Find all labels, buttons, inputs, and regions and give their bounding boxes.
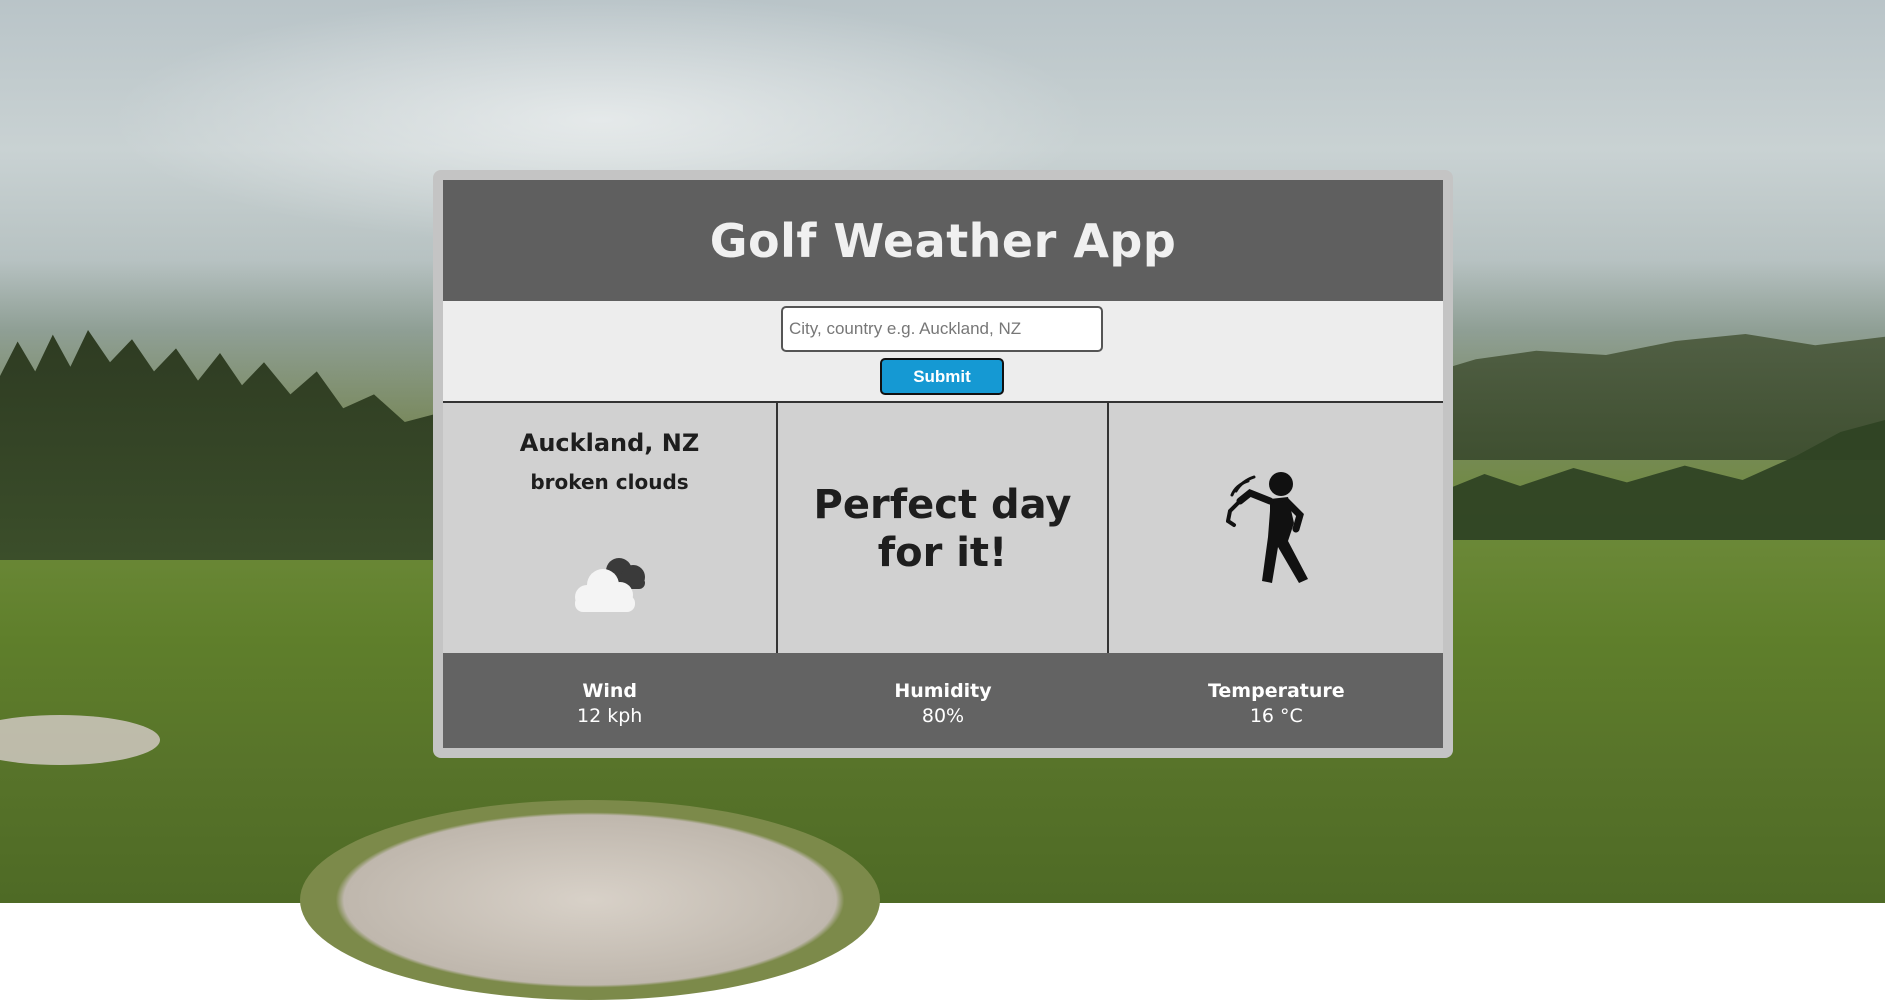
wind-stat: Wind 12 kph [443,653,776,748]
temperature-stat: Temperature 16 °C [1110,653,1443,748]
city-search-input[interactable] [781,306,1103,352]
golfer-icon [1226,472,1308,583]
conditions-panel: Auckland, NZ broken clouds [443,403,778,653]
app-title: Golf Weather App [709,213,1177,268]
activity-panel [1109,403,1443,653]
location-name: Auckland, NZ [519,429,700,457]
weather-panels: Auckland, NZ broken clouds Perfect day f… [443,401,1443,653]
weather-app-inner: Golf Weather App Submit Auckland, NZ bro… [443,180,1443,748]
weather-description: broken clouds [530,470,689,494]
broken-clouds-icon [575,558,645,612]
background-bunker [300,800,880,1000]
wind-value: 12 kph [577,705,643,727]
app-header: Golf Weather App [443,180,1443,301]
wind-label: Wind [582,680,637,702]
golf-verdict-message: Perfect day for it! [813,482,1072,576]
humidity-stat: Humidity 80% [776,653,1109,748]
temperature-value: 16 °C [1249,705,1303,727]
message-panel: Perfect day for it! [778,403,1109,653]
humidity-label: Humidity [894,680,992,702]
humidity-value: 80% [921,705,965,727]
submit-button[interactable]: Submit [880,358,1004,395]
search-form: Submit [443,301,1443,401]
weather-app-card: Golf Weather App Submit Auckland, NZ bro… [433,170,1453,758]
stats-footer: Wind 12 kph Humidity 80% Temperature 16 … [443,653,1443,748]
temperature-label: Temperature [1207,680,1345,702]
